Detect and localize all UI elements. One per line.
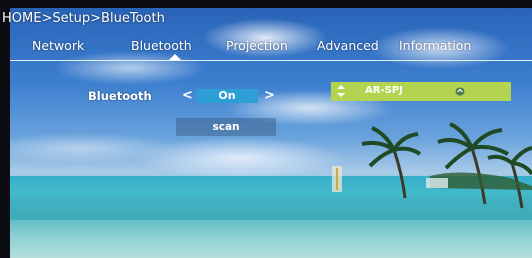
tab-divider	[10, 60, 532, 61]
projector-screen: HOME>Setup>BlueTooth Network Bluetooth P…	[0, 0, 532, 258]
scan-button[interactable]: scan	[176, 118, 276, 136]
tab-projection[interactable]: Projection	[226, 38, 288, 53]
next-value-arrow[interactable]: >	[264, 88, 275, 103]
tab-network[interactable]: Network	[32, 38, 84, 53]
sort-arrows-icon	[337, 85, 345, 97]
device-list-item[interactable]: AR-SPJ	[331, 82, 511, 101]
breadcrumb: HOME>Setup>BlueTooth	[2, 11, 165, 26]
bluetooth-setting-label: Bluetooth	[88, 89, 152, 103]
tab-information[interactable]: Information	[399, 38, 471, 53]
tab-advanced[interactable]: Advanced	[317, 38, 379, 53]
previous-value-arrow[interactable]: <	[182, 88, 193, 103]
tab-bar: Network Bluetooth Projection Advanced In…	[10, 26, 532, 62]
device-name: AR-SPJ	[365, 85, 403, 96]
bluetooth-value-selector[interactable]: On	[196, 89, 258, 103]
link-icon	[455, 87, 465, 96]
tab-bluetooth[interactable]: Bluetooth	[131, 38, 192, 53]
